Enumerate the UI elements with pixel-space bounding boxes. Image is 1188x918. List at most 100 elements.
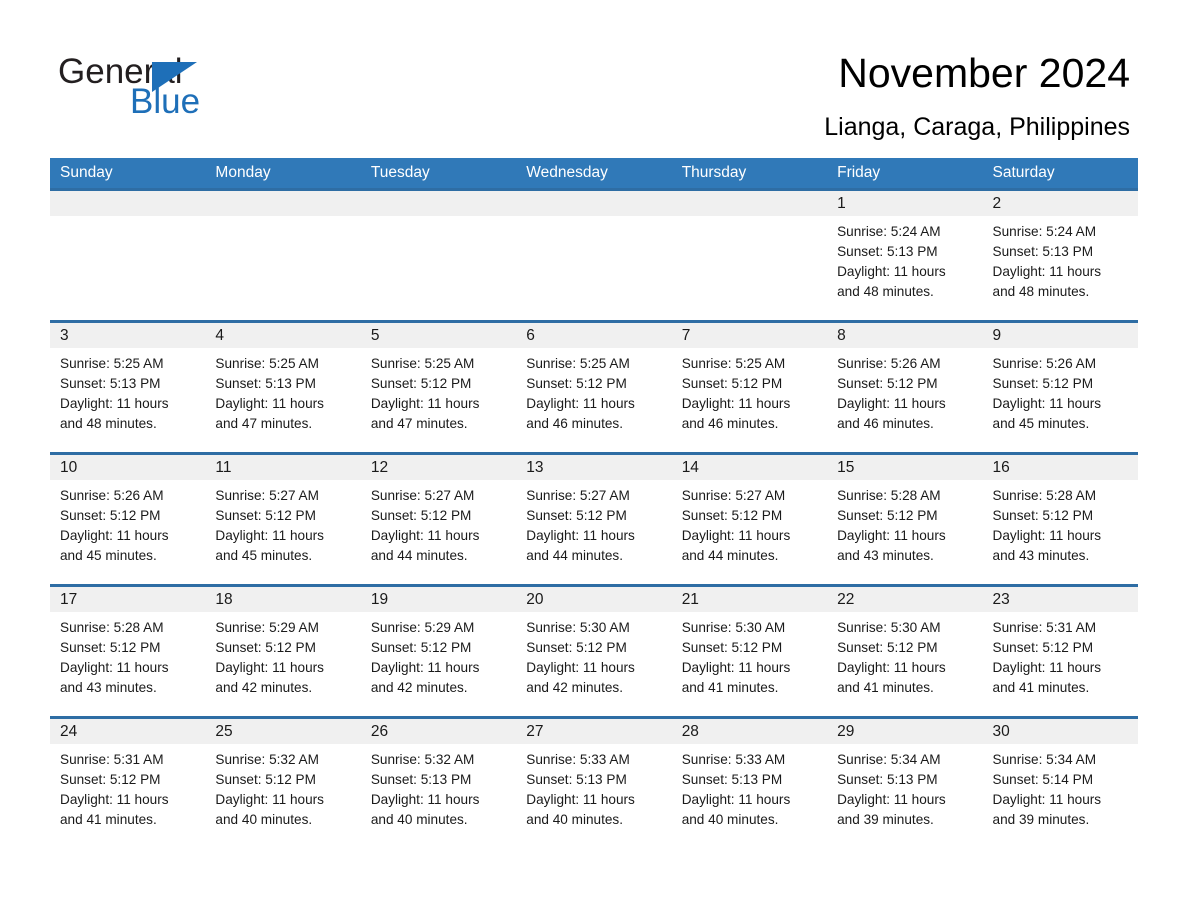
day-number: 28 (671, 719, 828, 744)
calendar-day-cell[interactable]: 1 Sunrise: 5:24 AM Sunset: 5:13 PM Daylight… (827, 188, 983, 322)
day-detail-sunset: Sunset: 5:13 PM (837, 772, 938, 787)
calendar-day-cell[interactable]: 17 Sunrise: 5:28 AM Sunset: 5:12 PM Dayligh… (50, 584, 206, 718)
day-detail-daylight-line-1: Daylight: 11 hours (681, 792, 791, 807)
day-number: 14 (671, 455, 828, 480)
day-details: Sunrise: 5:27 AM Sunset: 5:12 PM Daylight:… (516, 480, 671, 566)
day-detail-sunset: Sunset: 5:12 PM (992, 508, 1094, 523)
calendar-day-cell[interactable]: 9 Sunrise: 5:26 AM Sunset: 5:12 PM Daylight… (982, 320, 1138, 454)
calendar-day-cell[interactable]: 2 Sunrise: 5:24 AM Sunset: 5:13 PM Daylight… (982, 188, 1138, 322)
calendar-week-row: 17 Sunrise: 5:28 AM Sunset: 5:12 PM Dayligh… (50, 584, 1138, 718)
day-detail-daylight-line-1: Daylight: 11 hours (837, 792, 946, 807)
day-detail-sunset: Sunset: 5:12 PM (60, 640, 161, 655)
day-details: Sunrise: 5:27 AM Sunset: 5:12 PM Daylight:… (205, 480, 360, 566)
day-detail-sunset: Sunset: 5:12 PM (526, 376, 627, 391)
day-detail-daylight-line-2: and 42 minutes. (370, 680, 468, 695)
calendar-day-cell[interactable]: 3 Sunrise: 5:25 AM Sunset: 5:13 PM Daylight… (50, 320, 206, 454)
day-details: Sunrise: 5:25 AM Sunset: 5:12 PM Daylight:… (672, 348, 827, 434)
day-detail-sunrise: Sunrise: 5:29 AM (370, 620, 475, 635)
calendar-day-cell[interactable]: 15 Sunrise: 5:28 AM Sunset: 5:12 PM Dayligh… (827, 452, 983, 586)
calendar-day-cell[interactable]: 12 Sunrise: 5:27 AM Sunset: 5:12 PM Dayligh… (360, 452, 517, 586)
day-detail-daylight-line-1: Daylight: 11 hours (370, 528, 480, 543)
day-detail-daylight-line-1: Daylight: 11 hours (526, 528, 635, 543)
calendar-day-cell[interactable]: 24 Sunrise: 5:31 AM Sunset: 5:12 PM Dayligh… (50, 716, 206, 850)
day-detail-sunset: Sunset: 5:13 PM (526, 772, 627, 787)
day-number: 12 (360, 455, 517, 480)
title-block: November 2024 Lianga, Caraga, Philippine… (824, 48, 1130, 144)
day-detail-sunset: Sunset: 5:12 PM (60, 508, 161, 523)
day-detail-daylight-line-1: Daylight: 11 hours (526, 396, 635, 411)
day-detail-sunset: Sunset: 5:12 PM (837, 640, 938, 655)
calendar-day-cell[interactable]: 27 Sunrise: 5:33 AM Sunset: 5:13 PM Dayligh… (516, 716, 672, 850)
day-detail-sunset: Sunset: 5:13 PM (992, 244, 1094, 259)
general-blue-logo[interactable]: General Blue (58, 52, 298, 122)
calendar-day-cell[interactable]: 8 Sunrise: 5:26 AM Sunset: 5:12 PM Daylight… (827, 320, 983, 454)
calendar-grid: Sunday Monday Tuesday Wednesday Thursday… (50, 158, 1138, 850)
calendar-day-cell[interactable]: 7 Sunrise: 5:25 AM Sunset: 5:12 PM Daylight… (671, 320, 828, 454)
day-detail-daylight-line-1: Daylight: 11 hours (215, 792, 324, 807)
calendar-day-cell[interactable]: 6 Sunrise: 5:25 AM Sunset: 5:12 PM Daylight… (516, 320, 672, 454)
calendar-day-cell[interactable]: 26 Sunrise: 5:32 AM Sunset: 5:13 PM Dayligh… (360, 716, 517, 850)
calendar-day-cell[interactable]: 25 Sunrise: 5:32 AM Sunset: 5:12 PM Dayligh… (205, 716, 361, 850)
day-detail-daylight-line-2: and 41 minutes. (837, 680, 934, 695)
day-detail-daylight-line-1: Daylight: 11 hours (837, 396, 946, 411)
day-number: 16 (982, 455, 1138, 480)
calendar-day-cell[interactable]: 18 Sunrise: 5:29 AM Sunset: 5:12 PM Dayligh… (205, 584, 361, 718)
calendar-day-cell[interactable]: 11 Sunrise: 5:27 AM Sunset: 5:12 PM Dayligh… (205, 452, 361, 586)
calendar-day-cell[interactable]: 22 Sunrise: 5:30 AM Sunset: 5:12 PM Dayligh… (827, 584, 983, 718)
day-detail-sunset: Sunset: 5:12 PM (215, 640, 316, 655)
day-detail-daylight-line-2: and 48 minutes. (992, 284, 1090, 299)
calendar-day-cell[interactable]: 5 Sunrise: 5:25 AM Sunset: 5:12 PM Daylight… (360, 320, 517, 454)
weekday-header-friday: Friday (827, 158, 983, 190)
day-details: Sunrise: 5:33 AM Sunset: 5:13 PM Daylight:… (516, 744, 671, 830)
day-detail-sunset: Sunset: 5:12 PM (837, 376, 938, 391)
day-details: Sunrise: 5:24 AM Sunset: 5:13 PM Daylight:… (983, 216, 1138, 302)
day-detail-daylight-line-1: Daylight: 11 hours (681, 396, 791, 411)
day-number: 20 (516, 587, 672, 612)
day-details: Sunrise: 5:27 AM Sunset: 5:12 PM Daylight:… (672, 480, 827, 566)
calendar-day-cell[interactable]: 10 Sunrise: 5:26 AM Sunset: 5:12 PM Dayligh… (50, 452, 206, 586)
day-detail-daylight-line-2: and 39 minutes. (992, 812, 1090, 827)
day-number: 19 (360, 587, 517, 612)
day-number: 30 (982, 719, 1138, 744)
day-detail-daylight-line-1: Daylight: 11 hours (992, 528, 1102, 543)
calendar-day-cell[interactable]: 4 Sunrise: 5:25 AM Sunset: 5:13 PM Daylight… (205, 320, 361, 454)
day-details: Sunrise: 5:29 AM Sunset: 5:12 PM Daylight:… (205, 612, 360, 698)
calendar-day-cell[interactable]: 16 Sunrise: 5:28 AM Sunset: 5:12 PM Dayligh… (982, 452, 1138, 586)
day-detail-daylight-line-1: Daylight: 11 hours (526, 660, 635, 675)
weekday-header-sunday: Sunday (50, 158, 206, 190)
day-number: 25 (205, 719, 361, 744)
weekday-header-tuesday: Tuesday (360, 158, 517, 190)
calendar-day-cell[interactable]: 13 Sunrise: 5:27 AM Sunset: 5:12 PM Dayligh… (516, 452, 672, 586)
day-detail-daylight-line-1: Daylight: 11 hours (681, 528, 791, 543)
day-detail-sunset: Sunset: 5:12 PM (60, 772, 161, 787)
day-detail-daylight-line-2: and 41 minutes. (681, 680, 779, 695)
day-detail-sunset: Sunset: 5:12 PM (370, 376, 472, 391)
calendar-day-cell[interactable]: 14 Sunrise: 5:27 AM Sunset: 5:12 PM Dayligh… (671, 452, 828, 586)
calendar-day-cell[interactable]: 20 Sunrise: 5:30 AM Sunset: 5:12 PM Dayligh… (516, 584, 672, 718)
day-detail-daylight-line-2: and 40 minutes. (215, 812, 313, 827)
calendar-week-row: 24 Sunrise: 5:31 AM Sunset: 5:12 PM Dayligh… (50, 716, 1138, 850)
calendar-day-cell-empty (360, 188, 517, 322)
day-detail-daylight-line-2: and 45 minutes. (992, 416, 1090, 431)
calendar-day-cell[interactable]: 21 Sunrise: 5:30 AM Sunset: 5:12 PM Dayligh… (671, 584, 828, 718)
day-detail-daylight-line-2: and 41 minutes. (992, 680, 1090, 695)
day-detail-daylight-line-2: and 40 minutes. (370, 812, 468, 827)
day-number: 22 (827, 587, 983, 612)
calendar-day-cell[interactable]: 19 Sunrise: 5:29 AM Sunset: 5:12 PM Dayligh… (360, 584, 517, 718)
calendar-day-cell[interactable]: 28 Sunrise: 5:33 AM Sunset: 5:13 PM Dayligh… (671, 716, 828, 850)
day-detail-sunset: Sunset: 5:12 PM (681, 640, 783, 655)
day-detail-daylight-line-1: Daylight: 11 hours (992, 660, 1102, 675)
calendar-day-cell[interactable]: 29 Sunrise: 5:34 AM Sunset: 5:13 PM Dayligh… (827, 716, 983, 850)
day-number: 13 (516, 455, 672, 480)
day-detail-sunrise: Sunrise: 5:31 AM (60, 752, 164, 767)
day-detail-sunrise: Sunrise: 5:28 AM (992, 488, 1097, 503)
calendar-day-cell[interactable]: 23 Sunrise: 5:31 AM Sunset: 5:12 PM Dayligh… (982, 584, 1138, 718)
day-detail-sunrise: Sunrise: 5:30 AM (837, 620, 941, 635)
day-detail-sunrise: Sunrise: 5:30 AM (526, 620, 630, 635)
day-detail-daylight-line-1: Daylight: 11 hours (60, 792, 169, 807)
calendar-day-cell[interactable]: 30 Sunrise: 5:34 AM Sunset: 5:14 PM Dayligh… (982, 716, 1138, 850)
day-detail-daylight-line-2: and 47 minutes. (215, 416, 313, 431)
day-detail-sunset: Sunset: 5:12 PM (837, 508, 938, 523)
calendar-week-row: 3 Sunrise: 5:25 AM Sunset: 5:13 PM Daylight… (50, 320, 1138, 454)
day-detail-sunrise: Sunrise: 5:32 AM (370, 752, 475, 767)
